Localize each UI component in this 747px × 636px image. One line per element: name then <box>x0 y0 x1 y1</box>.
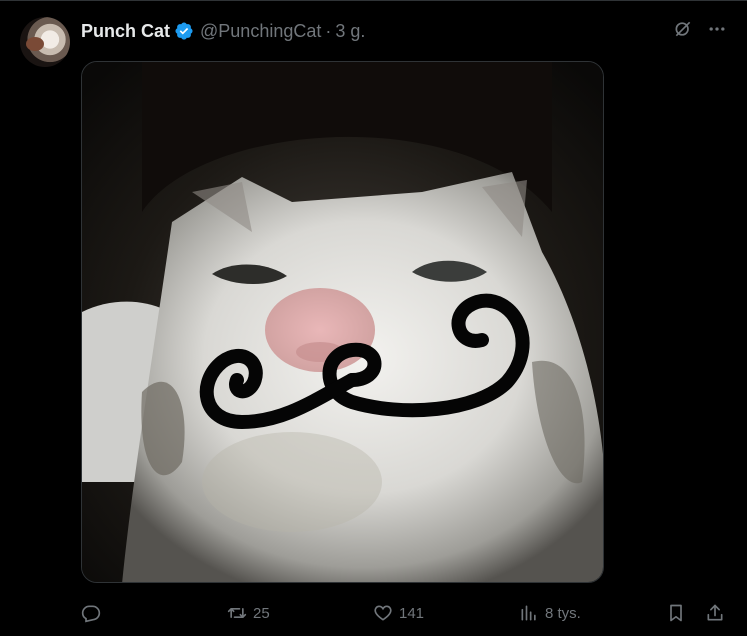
reply-icon <box>81 605 101 623</box>
like-count: 141 <box>399 604 425 622</box>
separator-dot: · <box>325 20 332 41</box>
reply-button[interactable] <box>81 599 107 627</box>
heart-icon <box>374 605 392 621</box>
tweet-header: Punch Cat @PunchingCat · 3 g. <box>81 19 365 43</box>
tweet-actions: 25 141 8 tys. <box>81 599 731 627</box>
retweet-icon <box>227 608 247 618</box>
author-handle[interactable]: @PunchingCat <box>200 21 321 42</box>
grok-icon[interactable] <box>671 17 695 41</box>
tweet-time[interactable]: 3 g. <box>335 21 365 42</box>
like-button[interactable]: 141 <box>373 599 424 627</box>
avatar[interactable] <box>20 17 70 67</box>
bookmark-button[interactable] <box>666 599 692 627</box>
retweet-button[interactable]: 25 <box>227 599 270 627</box>
bookmark-icon <box>670 604 682 622</box>
cat-with-mustache-image <box>82 62 603 582</box>
tweet-image[interactable] <box>81 61 604 583</box>
views-icon <box>521 605 536 621</box>
verified-badge-icon <box>174 21 194 41</box>
share-button[interactable] <box>705 599 731 627</box>
more-icon[interactable] <box>705 17 729 41</box>
tweet[interactable]: Punch Cat @PunchingCat · 3 g. 25 141 8 t… <box>0 0 747 636</box>
author-name[interactable]: Punch Cat <box>81 21 170 42</box>
retweet-count: 25 <box>253 604 270 622</box>
views-count: 8 tys. <box>545 604 581 622</box>
views-button[interactable]: 8 tys. <box>519 599 581 627</box>
share-icon <box>707 604 723 621</box>
top-actions <box>671 17 729 41</box>
